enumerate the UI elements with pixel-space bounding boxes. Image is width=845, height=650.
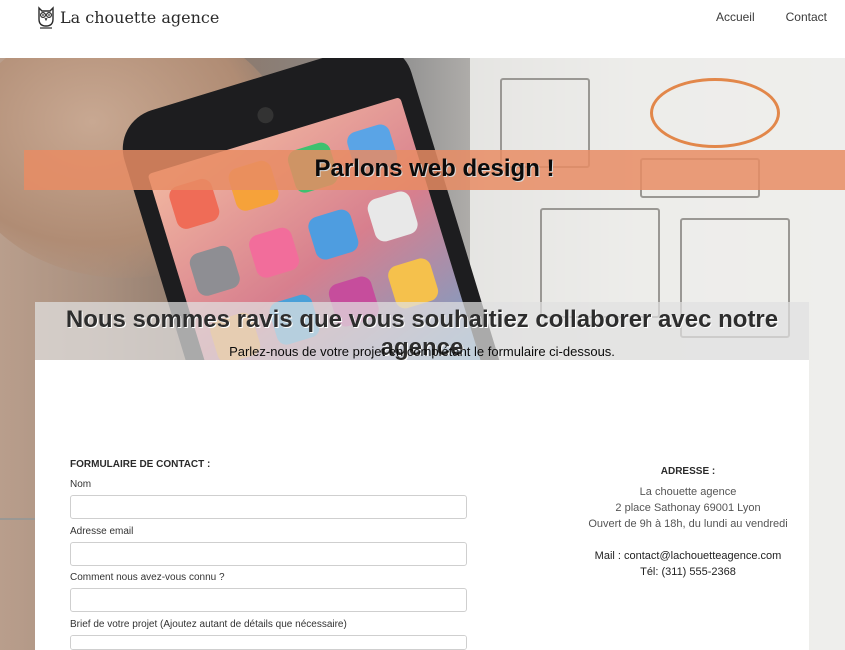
email-label: Adresse email (70, 526, 134, 537)
app-icon (305, 207, 361, 263)
address-title: ADRESSE : (660, 466, 716, 477)
app-icon (187, 243, 243, 299)
nav-link-accueil[interactable]: Accueil (716, 10, 755, 24)
hero-title: Parlons web design ! (314, 155, 555, 182)
app-icon (365, 188, 421, 244)
phone-camera (255, 105, 276, 126)
brief-label: Brief de votre projet (Ajoutez autant de… (70, 619, 347, 630)
site-header: La chouette agence Accueil Contact (0, 0, 845, 58)
main-nav: Accueil Contact (685, 10, 827, 24)
form-title: FORMULAIRE DE CONTACT : (70, 459, 211, 470)
hero-image-sketch-circle (650, 78, 780, 148)
nav-link-contact[interactable]: Contact (786, 10, 827, 24)
brand-logo[interactable]: La chouette agence (36, 5, 219, 29)
address-company: La chouette agence (639, 486, 737, 498)
intro-subtitle: Parlez-nous de votre projet en complétan… (229, 344, 615, 359)
email-input[interactable] (70, 542, 467, 566)
address-phone[interactable]: Tél: (311) 555-2368 (572, 566, 804, 578)
source-label: Comment nous avez-vous connu ? (70, 572, 225, 583)
address-street: 2 place Sathonay 69001 Lyon (615, 502, 761, 514)
source-input[interactable] (70, 588, 467, 612)
address-hours: Ouvert de 9h à 18h, du lundi au vendredi (588, 518, 788, 530)
name-label: Nom (70, 479, 92, 490)
brand-name: La chouette agence (60, 7, 220, 27)
owl-icon (38, 6, 54, 29)
name-input[interactable] (70, 495, 467, 519)
address-mail[interactable]: Mail : contact@lachouetteagence.com (572, 550, 804, 562)
app-icon (246, 225, 302, 281)
brief-textarea[interactable] (70, 635, 467, 650)
